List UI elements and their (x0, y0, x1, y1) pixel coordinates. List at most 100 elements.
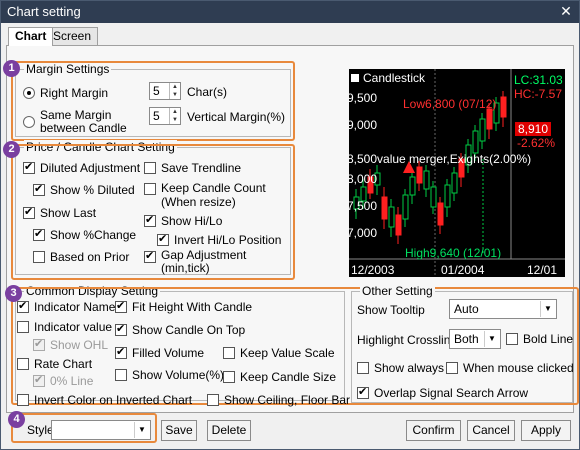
step-badge-4: 4 (8, 411, 25, 428)
cancel-button[interactable]: Cancel (467, 420, 515, 441)
confirm-button[interactable]: Confirm (406, 420, 461, 441)
keep-value-scale-checkbox[interactable]: Keep Value Scale (223, 346, 335, 360)
show-pct-change-checkbox[interactable]: Show %Change (33, 227, 137, 242)
filled-volume-checkbox[interactable]: Filled Volume (115, 345, 204, 360)
show-ohl-checkbox[interactable]: Show OHL (33, 337, 108, 352)
vertical-margin-value: 5 (153, 109, 160, 123)
save-trendline-checkbox[interactable]: Save Trendline (144, 161, 241, 175)
checkbox-box (33, 182, 45, 196)
close-icon[interactable]: ✕ (557, 3, 575, 20)
gap-adjustment-label: Gap Adjustment (min,tick) (161, 249, 246, 275)
step-badge-1: 1 (3, 60, 20, 77)
spin-arrows-icon[interactable]: ▲ ▼ (169, 108, 180, 124)
invert-color-checkbox[interactable]: Invert Color on Inverted Chart (17, 393, 192, 407)
checkbox-box (357, 362, 369, 374)
checkbox-box (33, 337, 45, 351)
candle-body (395, 214, 402, 236)
show-last-checkbox[interactable]: Show Last (23, 205, 97, 220)
tab-chart[interactable]: Chart (8, 27, 54, 46)
y-tick-label: 7,000 (349, 226, 378, 240)
when-mouse-clicked-checkbox[interactable]: When mouse clicked (446, 361, 574, 375)
checkbox-box (33, 373, 45, 387)
indicator-value-label: Indicator value (34, 320, 113, 334)
price-tag: 8,910 (515, 122, 552, 136)
bold-line-checkbox[interactable]: Bold Line (506, 332, 573, 346)
title-bar[interactable]: Chart setting ✕ (1, 1, 579, 23)
keep-candle-count-checkbox[interactable]: Keep Candle Count (When resize) (144, 181, 266, 209)
zero-pct-line-checkbox[interactable]: 0% Line (33, 373, 93, 388)
overlap-signal-checkbox[interactable]: Overlap Signal Search Arrow (357, 385, 528, 400)
y-tick-label: 8,500 (349, 152, 378, 166)
candle-body (402, 194, 409, 220)
keep-candle-size-checkbox[interactable]: Keep Candle Size (223, 370, 336, 384)
indicator-value-checkbox[interactable]: Indicator value (17, 320, 112, 334)
tooltip-select[interactable]: Auto ▼ (449, 299, 557, 319)
tab-screen[interactable]: Screen (46, 27, 99, 45)
show-pct-diluted-label: Show % Diluted (50, 183, 135, 197)
show-always-label: Show always (374, 361, 445, 375)
annotation-text: value merger,Exights(2.00%) (377, 152, 532, 166)
apply-button[interactable]: Apply (521, 420, 571, 441)
right-margin-label: Right Margin (40, 86, 109, 100)
delete-button[interactable]: Delete (207, 420, 251, 441)
show-ceiling-checkbox[interactable]: Show Ceiling, Floor Bar (207, 393, 350, 407)
show-pct-diluted-checkbox[interactable]: Show % Diluted (33, 182, 135, 197)
show-pct-change-label: Show %Change (50, 228, 137, 242)
show-hilo-checkbox[interactable]: Show Hi/Lo (144, 213, 222, 228)
save-button[interactable]: Save (161, 420, 197, 441)
gap-adjustment-checkbox[interactable]: Gap Adjustment (min,tick) (144, 249, 246, 275)
fit-height-checkbox[interactable]: Fit Height With Candle (115, 299, 252, 314)
checkbox-box (115, 299, 127, 313)
checkbox-box (207, 394, 219, 406)
checkbox-box (23, 160, 35, 174)
indicator-name-label: Indicator Name (34, 300, 116, 314)
checkbox-box (144, 162, 156, 174)
y-tick-label: 7,500 (349, 199, 378, 213)
checkbox-box (23, 205, 35, 219)
vertical-margin-spinner[interactable]: 5 ▲ ▼ (149, 107, 181, 125)
candle-body (437, 202, 444, 226)
checkbox-box (144, 183, 156, 195)
candle-body (430, 186, 437, 208)
radio-dot (23, 87, 35, 99)
chevron-down-icon[interactable]: ▼ (540, 301, 555, 317)
show-last-label: Show Last (40, 206, 97, 220)
show-volume-pct-checkbox[interactable]: Show Volume(%) (115, 368, 224, 382)
diluted-adjustment-checkbox[interactable]: Diluted Adjustment (23, 160, 141, 175)
diluted-adjustment-label: Diluted Adjustment (40, 161, 141, 175)
candle-body (416, 166, 423, 184)
checkbox-box (506, 333, 518, 345)
checkbox-box (17, 358, 29, 370)
candle-body (409, 176, 416, 196)
spin-arrows-icon[interactable]: ▲ ▼ (169, 83, 180, 99)
checkbox-box (17, 299, 29, 313)
show-always-checkbox[interactable]: Show always (357, 361, 444, 375)
style-select[interactable]: ▼ (51, 420, 151, 440)
other-setting-title: Other Setting (360, 284, 435, 298)
chart-legend: Candlestick (351, 71, 425, 85)
chars-spinner[interactable]: 5 ▲ ▼ (149, 82, 181, 100)
candle-body (388, 206, 395, 228)
highlight-crossline-select[interactable]: Both ▼ (449, 329, 501, 349)
invert-hilo-checkbox[interactable]: Invert Hi/Lo Position (157, 232, 282, 247)
checkbox-box (144, 249, 156, 263)
style-label: Style (27, 423, 54, 437)
low-label: Low6,800 (07/12) (403, 97, 497, 111)
rate-chart-checkbox[interactable]: Rate Chart (17, 357, 92, 371)
candle-body (381, 196, 388, 220)
right-margin-radio[interactable]: Right Margin (23, 86, 108, 100)
checkbox-box (144, 213, 156, 227)
indicator-name-checkbox[interactable]: Indicator Name (17, 299, 116, 314)
same-margin-label-line2: between Candle (40, 121, 127, 135)
chevron-down-icon[interactable]: ▼ (484, 331, 499, 347)
chevron-down-icon[interactable]: ▼ (134, 422, 149, 438)
show-candle-top-checkbox[interactable]: Show Candle On Top (115, 322, 245, 337)
checkbox-box (33, 251, 45, 263)
x-tick-label: 01/2004 (441, 263, 485, 277)
based-on-prior-checkbox[interactable]: Based on Prior (33, 250, 129, 264)
window-title: Chart setting (7, 4, 81, 19)
x-tick-label: 12/2003 (351, 263, 395, 277)
same-margin-radio[interactable]: Same Margin between Candle (23, 109, 127, 135)
legend-swatch-icon (351, 74, 359, 82)
invert-hilo-label: Invert Hi/Lo Position (174, 233, 282, 247)
